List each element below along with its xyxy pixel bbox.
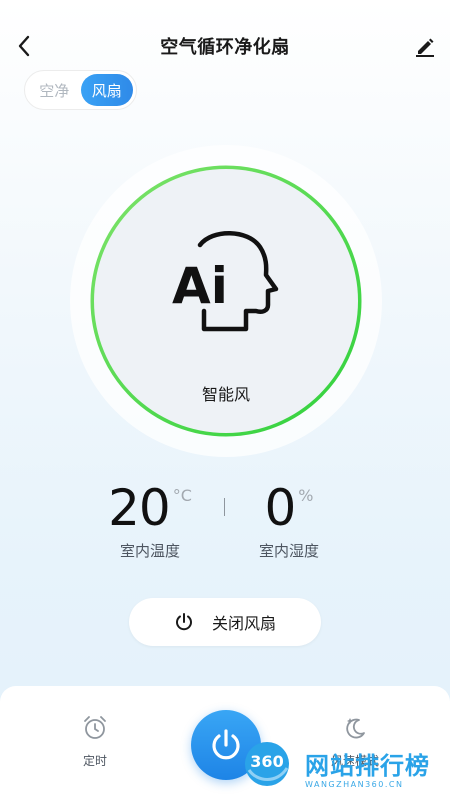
status-ring-center[interactable]: Ai 智能风	[94, 169, 358, 433]
timer-label: 定时	[82, 754, 107, 768]
timer-button[interactable]: 定时	[65, 714, 125, 769]
alarm-clock-icon	[84, 716, 106, 739]
mode-toggle: 空净 风扇	[24, 70, 137, 110]
humidity-label: 室内湿度	[258, 542, 319, 560]
humidity-stat: 0 % 室内湿度	[224, 478, 354, 561]
svg-text:Ai: Ai	[172, 257, 228, 315]
page-title: 空气循环净化扇	[160, 37, 290, 58]
close-fan-button[interactable]: 关闭风扇	[129, 598, 321, 646]
temperature-value: 20	[108, 479, 171, 537]
mode-label: 智能风	[201, 385, 250, 404]
temperature-unit: °C	[172, 486, 192, 505]
watermark-text: 网站排行榜	[305, 752, 430, 780]
power-icon	[212, 729, 240, 760]
tab-fan[interactable]: 风扇	[80, 74, 133, 106]
power-icon	[176, 613, 192, 631]
temperature-stat: 20 °C 室内温度	[85, 478, 215, 561]
close-fan-label: 关闭风扇	[211, 614, 276, 633]
watermark-sub: WANGZHAN360.CN	[305, 780, 404, 789]
watermark: 360 网站排行榜 WANGZHAN360.CN	[243, 740, 450, 800]
humidity-unit: %	[298, 486, 314, 505]
stats-panel: 20 °C 室内温度 0 % 室内湿度	[0, 478, 450, 568]
tab-air-purify[interactable]: 空净	[28, 74, 81, 106]
edit-button[interactable]	[412, 33, 438, 59]
moon-star-icon	[346, 718, 365, 739]
temperature-label: 室内温度	[119, 542, 180, 560]
pencil-icon	[416, 38, 434, 57]
watermark-logo-text: 360	[250, 752, 284, 771]
ai-head-icon: Ai	[172, 231, 279, 332]
status-ring: Ai 智能风	[70, 145, 382, 457]
humidity-value: 0	[264, 479, 296, 537]
